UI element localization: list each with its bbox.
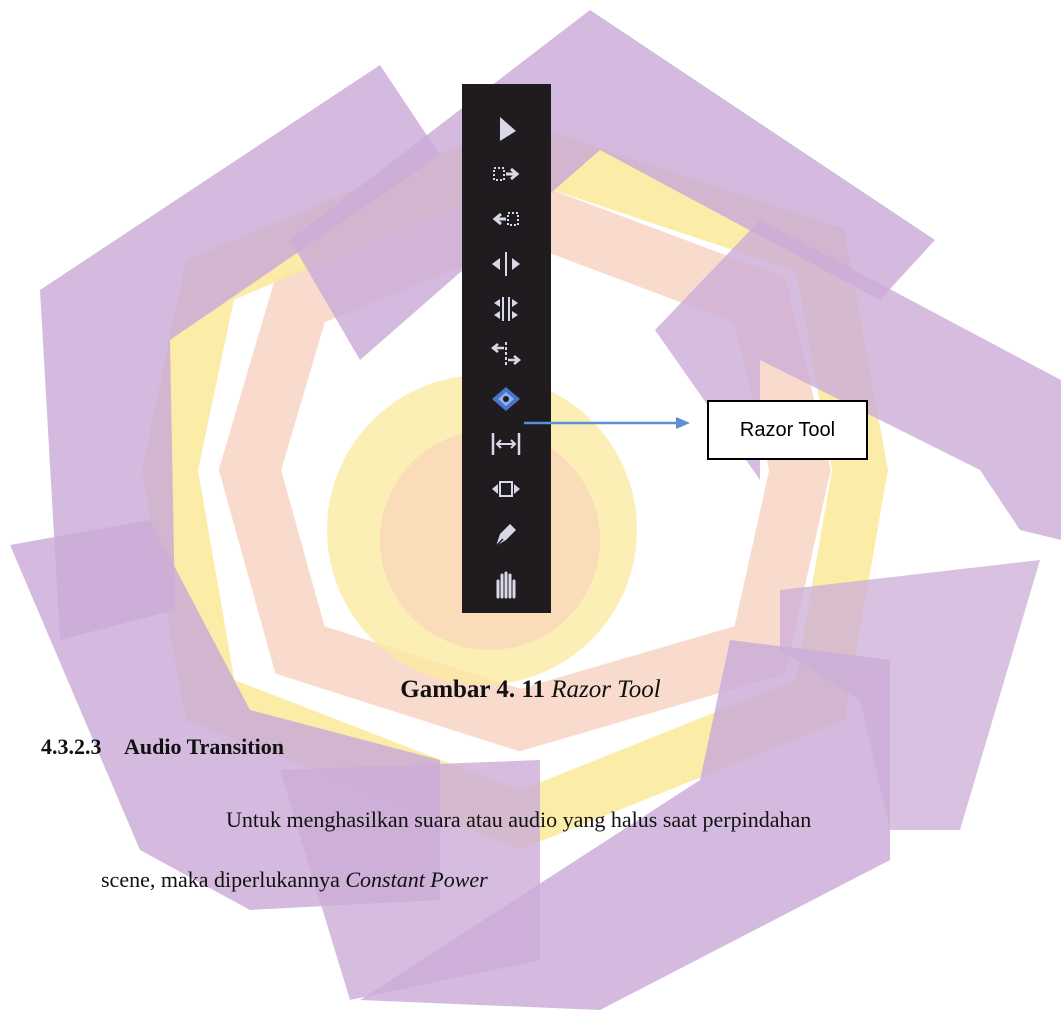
section-title: Audio Transition	[124, 734, 284, 759]
rate-stretch-icon	[490, 342, 522, 366]
track-select-forward-tool[interactable]	[462, 154, 551, 194]
pen-tool[interactable]	[462, 514, 551, 554]
section-number: 4.3.2.3	[41, 734, 102, 759]
paragraph-line-2: scene, maka diperlukannya	[101, 867, 340, 892]
pen-icon	[495, 524, 516, 547]
track-select-backward-tool[interactable]	[462, 199, 551, 239]
ripple-edit-icon	[492, 252, 520, 276]
section-heading: 4.3.2.3 Audio Transition	[41, 734, 284, 760]
track-select-backward-icon	[492, 212, 519, 226]
selection-arrow-icon	[500, 117, 516, 141]
slide-tool[interactable]	[462, 469, 551, 509]
ripple-edit-tool[interactable]	[462, 244, 551, 284]
track-select-forward-icon	[493, 167, 520, 181]
figure-caption: Gambar 4. 11 Razor Tool	[0, 676, 1061, 704]
paragraph-term: Constant Power	[345, 867, 488, 892]
paragraph-line-1: Untuk menghasilkan suara atau audio yang…	[226, 807, 812, 832]
body-paragraph: Untuk menghasilkan suara atau audio yang…	[101, 790, 1051, 910]
slide-icon	[492, 481, 520, 497]
razor-tool[interactable]	[462, 379, 551, 419]
hand-tool[interactable]	[462, 559, 551, 599]
rate-stretch-tool[interactable]	[462, 334, 551, 374]
slip-icon	[491, 433, 521, 455]
caption-title: Razor Tool	[551, 676, 661, 703]
hand-icon	[496, 571, 516, 599]
razor-icon	[492, 387, 520, 411]
rolling-edit-tool[interactable]	[462, 289, 551, 329]
caption-prefix: Gambar 4. 11	[400, 676, 545, 703]
tools-panel	[462, 84, 551, 613]
selection-tool[interactable]	[462, 109, 551, 149]
razor-tool-callout: Razor Tool	[707, 400, 868, 460]
rolling-edit-icon	[494, 297, 518, 321]
slip-tool[interactable]	[462, 424, 551, 464]
